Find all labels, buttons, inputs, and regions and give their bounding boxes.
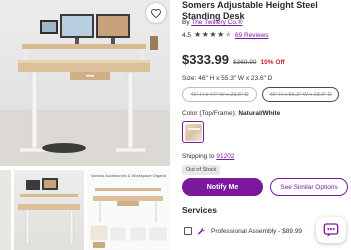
selected-color: Natural/White bbox=[238, 110, 281, 117]
original-price: $369.99 bbox=[233, 59, 257, 66]
byline-prefix: By bbox=[182, 19, 190, 26]
heart-icon bbox=[151, 8, 161, 18]
color-swatch-natural-white[interactable] bbox=[182, 121, 204, 143]
stock-status-badge: Out of Stock bbox=[182, 165, 221, 175]
see-similar-options-button[interactable]: See Similar Options bbox=[270, 178, 348, 196]
rating-value: 4.5 bbox=[182, 31, 192, 39]
swatch-image bbox=[184, 123, 202, 141]
desk-illustration bbox=[18, 14, 158, 153]
assembly-checkbox[interactable] bbox=[184, 227, 192, 235]
thumbnail-3[interactable]: Various Accessories & Workspace Organize… bbox=[87, 170, 170, 250]
product-byline: By The Twillery Co.® bbox=[182, 18, 243, 27]
color-label-prefix: Color (Top/Frame): bbox=[182, 110, 237, 117]
shipping-prefix: Shipping to bbox=[182, 153, 215, 160]
shipping-row: Shipping to 91202 bbox=[182, 152, 234, 161]
chat-button[interactable] bbox=[316, 217, 346, 243]
thumbnail-2[interactable] bbox=[14, 170, 84, 250]
image-thumbnails: Various Accessories & Workspace Organize… bbox=[0, 170, 170, 250]
price-row: $333.99 $369.99 10% Off bbox=[182, 52, 285, 68]
thumbnail-accessories-image bbox=[90, 188, 167, 248]
star-icon: ★ bbox=[217, 30, 225, 39]
star-icon: ★ bbox=[201, 30, 209, 39]
main-product-image[interactable] bbox=[0, 0, 170, 166]
half-star-icon: ★ bbox=[224, 30, 232, 39]
reviews-link[interactable]: 69 Reviews bbox=[235, 32, 269, 39]
size-option-47w[interactable]: 46" H x 47" W x 23.6" D bbox=[182, 87, 257, 102]
size-option-55w-selected[interactable]: 46" H x 55.3" W x 23.6" D bbox=[262, 87, 339, 102]
thumbnail-desk-image bbox=[18, 178, 80, 245]
favorite-button[interactable] bbox=[146, 3, 166, 23]
color-label: Color (Top/Frame): Natural/White bbox=[182, 109, 280, 118]
rating-row: 4.5 ★ ★ ★ ★ ★ 69 Reviews bbox=[182, 30, 269, 40]
star-icon: ★ bbox=[209, 30, 217, 39]
brand-link[interactable]: The Twillery Co.® bbox=[191, 19, 242, 26]
current-price: $333.99 bbox=[182, 52, 229, 67]
notify-me-button[interactable]: Notify Me bbox=[182, 178, 263, 196]
star-rating: ★ ★ ★ ★ ★ bbox=[194, 31, 232, 39]
service-option-assembly[interactable]: Professional Assembly - $89.99 bbox=[184, 225, 302, 237]
wrench-icon bbox=[198, 227, 205, 234]
star-icon: ★ bbox=[194, 30, 202, 39]
thumbnail-1[interactable] bbox=[0, 170, 11, 250]
services-heading: Services bbox=[182, 205, 217, 215]
size-label: Size: 46" H x 55.3" W x 23.6" D bbox=[182, 75, 273, 82]
discount-label: 10% Off bbox=[260, 59, 285, 66]
zip-code-link[interactable]: 91202 bbox=[216, 153, 234, 160]
chat-icon bbox=[323, 223, 339, 237]
assembly-label: Professional Assembly - $89.99 bbox=[211, 227, 303, 235]
